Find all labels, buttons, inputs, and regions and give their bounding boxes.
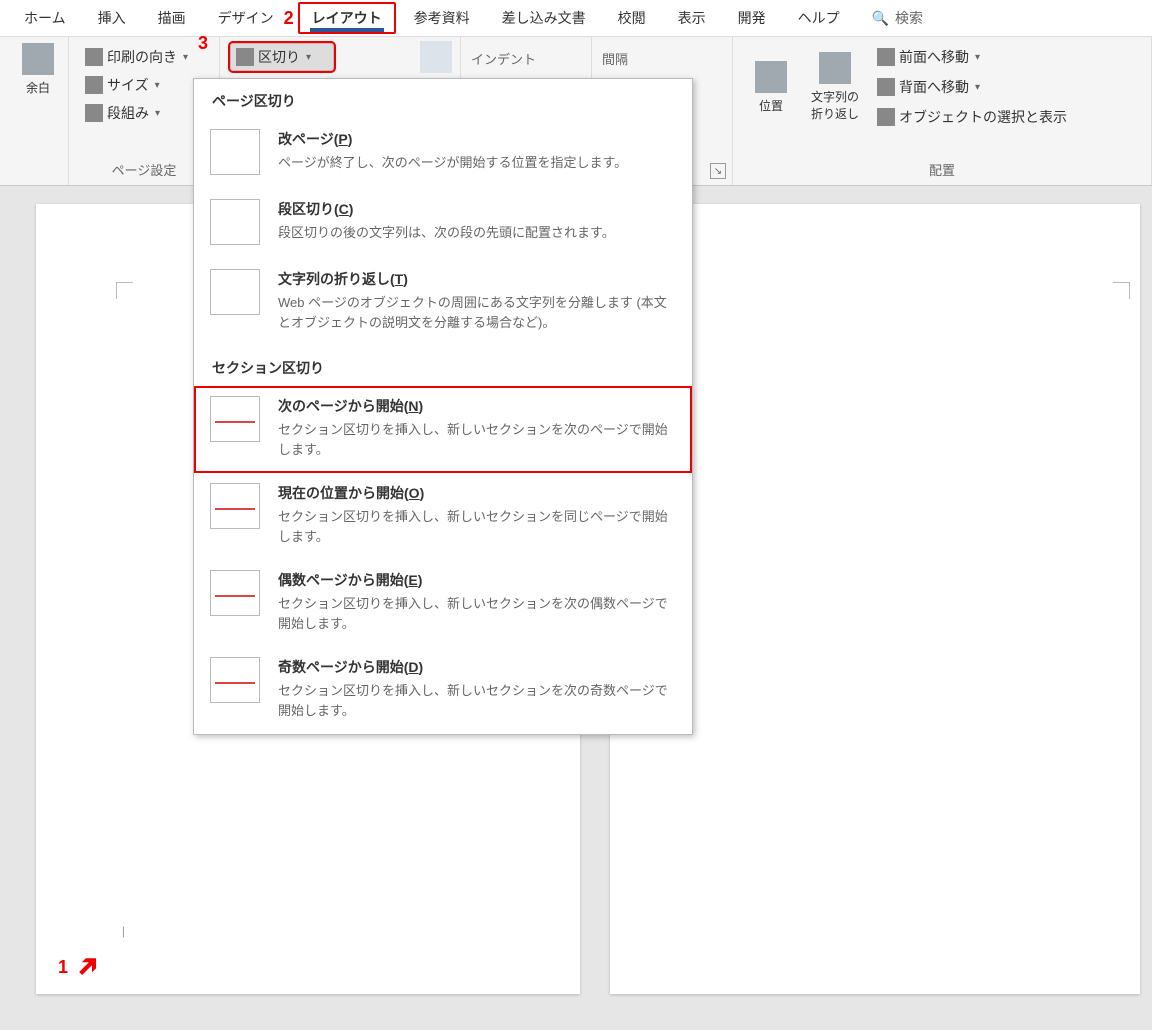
selection-pane-button[interactable]: オブジェクトの選択と表示 (871, 103, 1073, 131)
tab-references[interactable]: 参考資料 (400, 2, 484, 34)
group-label-page-setup: ページ設定 (79, 156, 209, 183)
break-type-icon (210, 129, 260, 175)
size-icon (85, 76, 103, 94)
send-backward-icon (877, 78, 895, 96)
menu-item-title: 偶数ページから開始(E) (278, 570, 676, 590)
menu-item-title: 次のページから開始(N) (278, 396, 676, 416)
margin-corner (1113, 282, 1130, 299)
break-type-icon (210, 483, 260, 529)
cursor-mark: | (122, 924, 125, 938)
tab-design[interactable]: デザイン (204, 2, 288, 34)
dropdown-heading-page-breaks: ページ区切り (194, 79, 692, 119)
margins-label: 余白 (26, 79, 50, 96)
menu-item-title: 改ページ(P) (278, 129, 627, 149)
columns-icon (85, 104, 103, 122)
breaks-menu-item[interactable]: 文字列の折り返し(T) Web ページのオブジェクトの周囲にある文字列を分離します… (194, 259, 692, 346)
menu-item-title: 現在の位置から開始(O) (278, 483, 676, 503)
menu-item-description: 段区切りの後の文字列は、次の段の先頭に配置されます。 (278, 223, 615, 243)
menu-item-title: 奇数ページから開始(D) (278, 657, 676, 677)
callout-1: 1 (58, 957, 68, 978)
tab-developer[interactable]: 開発 (724, 2, 780, 34)
orientation-icon (85, 48, 103, 66)
paragraph-dialog-launcher[interactable]: ↘ (710, 163, 726, 179)
menu-item-description: セクション区切りを挿入し、新しいセクションを次の奇数ページで開始します。 (278, 681, 676, 720)
tab-home[interactable]: ホーム (10, 2, 80, 34)
wrap-text-button[interactable]: 文字列の折り返し (807, 43, 863, 131)
menu-item-description: セクション区切りを挿入し、新しいセクションを次のページで開始します。 (278, 420, 676, 459)
ribbon-tabs: ホーム 挿入 描画 デザイン 2 レイアウト 参考資料 差し込み文書 校閲 表示… (0, 0, 1152, 37)
break-type-icon (210, 269, 260, 315)
chevron-down-icon: ▾ (306, 52, 311, 63)
chevron-down-icon: ▾ (155, 108, 160, 119)
tab-draw[interactable]: 描画 (144, 2, 200, 34)
tab-mailings[interactable]: 差し込み文書 (488, 2, 600, 34)
menu-item-description: セクション区切りを挿入し、新しいセクションを同じページで開始します。 (278, 507, 676, 546)
breaks-menu-item[interactable]: 現在の位置から開始(O) セクション区切りを挿入し、新しいセクションを同じページで… (194, 473, 692, 560)
tab-layout[interactable]: レイアウト (298, 2, 396, 34)
spacing-label: 間隔 (602, 43, 722, 72)
columns-button[interactable]: 段組み▾ (79, 99, 209, 127)
breaks-icon (236, 48, 254, 66)
search-label: 検索 (895, 8, 923, 28)
wrap-icon (819, 52, 851, 84)
breaks-menu-item[interactable]: 次のページから開始(N) セクション区切りを挿入し、新しいセクションを次のページで… (194, 386, 692, 473)
break-type-icon (210, 570, 260, 616)
breaks-menu-item[interactable]: 偶数ページから開始(E) セクション区切りを挿入し、新しいセクションを次の偶数ペー… (194, 560, 692, 647)
breaks-menu-item[interactable]: 段区切り(C) 段区切りの後の文字列は、次の段の先頭に配置されます。 (194, 189, 692, 259)
dropdown-heading-section-breaks: セクション区切り (194, 346, 692, 386)
break-type-icon (210, 199, 260, 245)
break-type-icon (210, 657, 260, 703)
chevron-down-icon: ▾ (975, 52, 980, 63)
tab-insert[interactable]: 挿入 (84, 2, 140, 34)
bring-forward-button[interactable]: 前面へ移動▾ (871, 43, 1073, 71)
callout-3: 3 (198, 33, 208, 54)
margins-button[interactable]: 余白 (10, 43, 66, 96)
break-type-icon (210, 396, 260, 442)
menu-item-description: ページが終了し、次のページが開始する位置を指定します。 (278, 153, 627, 173)
selection-icon (877, 108, 895, 126)
tab-review[interactable]: 校閲 (604, 2, 660, 34)
menu-item-title: 文字列の折り返し(T) (278, 269, 676, 289)
orientation-button[interactable]: 印刷の向き▾ (79, 43, 209, 71)
menu-item-description: Web ページのオブジェクトの周囲にある文字列を分離します (本文とオブジェクト… (278, 293, 676, 332)
bring-forward-icon (877, 48, 895, 66)
breaks-menu-item[interactable]: 奇数ページから開始(D) セクション区切りを挿入し、新しいセクションを次の奇数ペー… (194, 647, 692, 734)
breaks-dropdown: ページ区切り 改ページ(P) ページが終了し、次のページが開始する位置を指定します… (193, 78, 693, 735)
search-icon: 🔍 (872, 10, 889, 27)
margin-corner (116, 282, 133, 299)
position-icon (755, 61, 787, 93)
send-backward-button[interactable]: 背面へ移動▾ (871, 73, 1073, 101)
tab-help[interactable]: ヘルプ (784, 2, 854, 34)
chevron-down-icon: ▾ (183, 52, 188, 63)
margins-icon (22, 43, 54, 75)
group-label-arrange: 配置 (743, 156, 1141, 183)
line-numbers-icon (420, 41, 452, 73)
breaks-button[interactable]: 区切り▾ (230, 43, 334, 71)
search-box[interactable]: 🔍 検索 (858, 2, 937, 34)
chevron-down-icon: ▾ (155, 80, 160, 91)
position-button[interactable]: 位置 (743, 43, 799, 131)
indent-label: インデント (471, 43, 581, 72)
menu-item-description: セクション区切りを挿入し、新しいセクションを次の偶数ページで開始します。 (278, 594, 676, 633)
breaks-menu-item[interactable]: 改ページ(P) ページが終了し、次のページが開始する位置を指定します。 (194, 119, 692, 189)
size-button[interactable]: サイズ▾ (79, 71, 209, 99)
menu-item-title: 段区切り(C) (278, 199, 615, 219)
tab-view[interactable]: 表示 (664, 2, 720, 34)
chevron-down-icon: ▾ (975, 82, 980, 93)
